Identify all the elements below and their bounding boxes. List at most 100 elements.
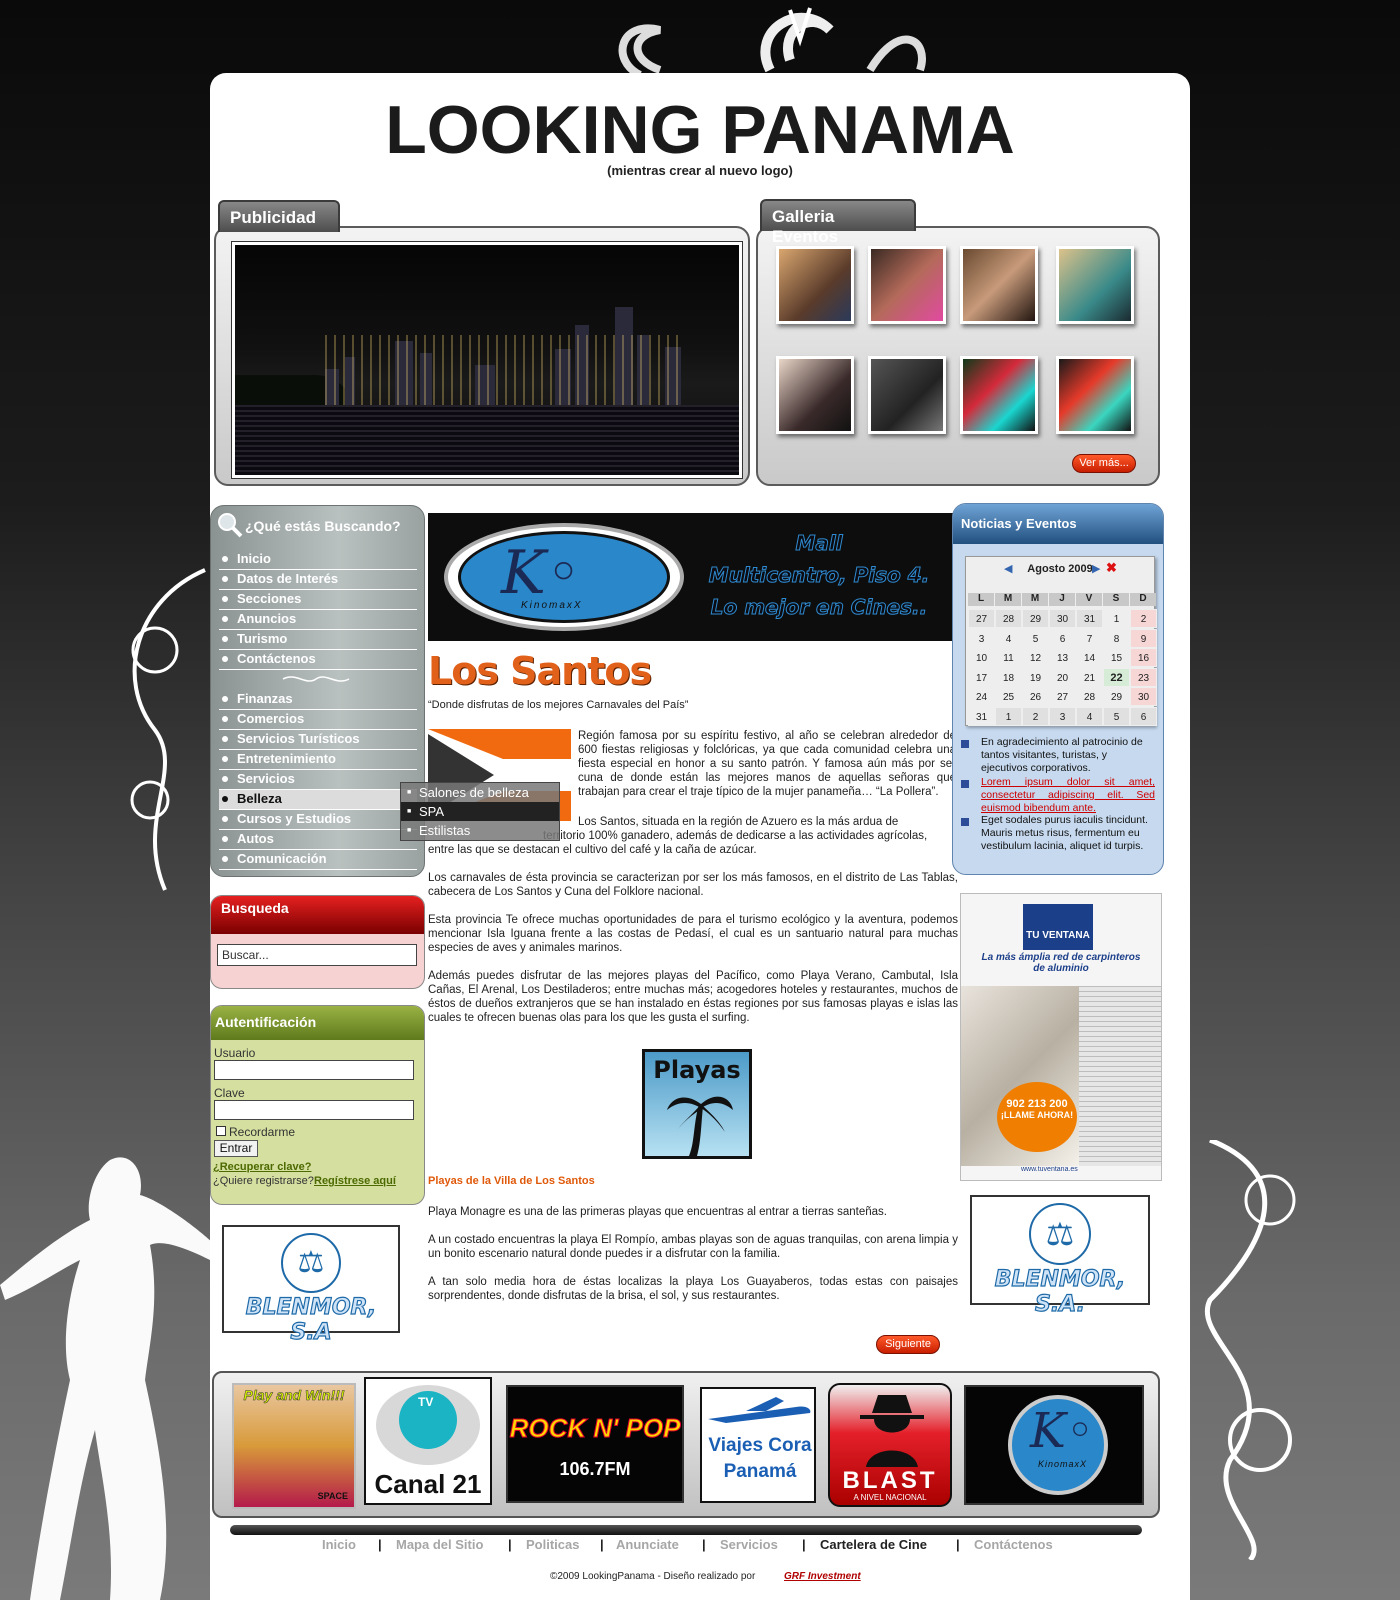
- calendar-day[interactable]: 2: [1022, 706, 1049, 726]
- search-input[interactable]: [217, 944, 417, 966]
- calendar-day[interactable]: 1: [1103, 609, 1130, 628]
- calendar-day[interactable]: 4: [995, 628, 1022, 648]
- calendar-day[interactable]: 4: [1076, 706, 1103, 726]
- footer-link-politicas[interactable]: Politicas: [526, 1537, 579, 1552]
- sponsor-blast[interactable]: BLAST A NIVEL NACIONAL: [828, 1383, 952, 1507]
- entrar-button[interactable]: Entrar: [214, 1140, 258, 1157]
- gallery-thumb-7[interactable]: [960, 356, 1038, 434]
- blenmor-ad-left[interactable]: ⚖ BLENMOR, S.A: [222, 1225, 400, 1346]
- sponsor-play-and-win[interactable]: Play and Win!!! SPACE: [232, 1383, 356, 1509]
- sidebar-item-belleza[interactable]: Belleza: [219, 790, 417, 810]
- calendar-day[interactable]: 29: [1103, 687, 1130, 706]
- site-logo-title[interactable]: LOOKING PANAMA: [210, 91, 1190, 169]
- sidebar-item-secciones[interactable]: Secciones: [219, 590, 417, 610]
- sidebar-item-anuncios[interactable]: Anuncios: [219, 610, 417, 630]
- calendar-day[interactable]: 28: [1076, 687, 1103, 706]
- calendar-day[interactable]: 30: [1049, 609, 1076, 628]
- close-calendar-icon[interactable]: ✖: [1106, 560, 1117, 576]
- calendar-day[interactable]: 6: [1130, 706, 1157, 726]
- footer-link-anunciate[interactable]: Anunciate: [616, 1537, 679, 1552]
- submenu-estilistas[interactable]: Estilistas: [401, 821, 559, 840]
- sidebar-item-datos[interactable]: Datos de Interés: [219, 570, 417, 590]
- clave-field[interactable]: [214, 1100, 414, 1120]
- footer-link-cont-ctenos[interactable]: Contáctenos: [974, 1537, 1053, 1552]
- sponsor-rock-n-pop[interactable]: ROCK N' POP 106.7FM: [506, 1385, 684, 1503]
- calendar-day[interactable]: 25: [995, 687, 1022, 706]
- calendar-day[interactable]: 17: [968, 667, 995, 687]
- calendar-day[interactable]: 13: [1049, 648, 1076, 667]
- calendar-day[interactable]: 20: [1049, 667, 1076, 687]
- gallery-thumb-4[interactable]: [1056, 246, 1134, 324]
- calendar-day[interactable]: 3: [968, 628, 995, 648]
- calendar-day[interactable]: 31: [968, 706, 995, 726]
- news-item-2[interactable]: Lorem ipsum dolor sit amet, consectetur …: [981, 776, 1155, 815]
- calendar-day[interactable]: 9: [1130, 628, 1157, 648]
- recuperar-clave-link[interactable]: ¿Recuperar clave?: [213, 1161, 311, 1173]
- gallery-thumb-3[interactable]: [960, 246, 1038, 324]
- calendar-day[interactable]: 15: [1103, 648, 1130, 667]
- sidebar-item-servicios[interactable]: Servicios: [219, 770, 417, 790]
- calendar-day[interactable]: 14: [1076, 648, 1103, 667]
- calendar-day[interactable]: 1: [995, 706, 1022, 726]
- calendar-day[interactable]: 3: [1049, 706, 1076, 726]
- usuario-field[interactable]: [214, 1060, 414, 1080]
- calendar-day[interactable]: 18: [995, 667, 1022, 687]
- sponsor-viajes-cora[interactable]: Viajes Cora Panamá: [700, 1387, 816, 1503]
- calendar-day[interactable]: 21: [1076, 667, 1103, 687]
- calendar-day[interactable]: 5: [1103, 706, 1130, 726]
- calendar-day[interactable]: 28: [995, 609, 1022, 628]
- footer-link-cartelera-de-cine[interactable]: Cartelera de Cine: [820, 1537, 927, 1552]
- grf-investment-link[interactable]: GRF Investment: [784, 1571, 861, 1582]
- calendar-day[interactable]: 22: [1103, 667, 1130, 687]
- submenu-salones[interactable]: Salones de belleza: [401, 783, 559, 802]
- calendar-day[interactable]: 16: [1130, 648, 1157, 667]
- footer-link-servicios[interactable]: Servicios: [720, 1537, 778, 1552]
- calendar-day[interactable]: 29: [1022, 609, 1049, 628]
- calendar-day[interactable]: 2: [1130, 609, 1157, 628]
- next-month-icon[interactable]: ▶: [1092, 562, 1100, 575]
- gallery-thumb-5[interactable]: [776, 356, 854, 434]
- calendar-day[interactable]: 11: [995, 648, 1022, 667]
- calendar-day[interactable]: 26: [1022, 687, 1049, 706]
- siguiente-button[interactable]: Siguiente: [876, 1335, 940, 1354]
- sidebar-item-contactenos[interactable]: Contáctenos: [219, 650, 417, 670]
- blenmor-ad-right[interactable]: ⚖ BLENMOR, S.A.: [970, 1195, 1150, 1318]
- kinomax-banner[interactable]: K◦ KinomaxX Mall Multicentro, Piso 4. Lo…: [428, 513, 958, 641]
- sidebar-item-turismo[interactable]: Turismo: [219, 630, 417, 650]
- calendar-day[interactable]: 8: [1103, 628, 1130, 648]
- calendar-day[interactable]: 23: [1130, 667, 1157, 687]
- panama-night-skyline-image[interactable]: [231, 241, 743, 479]
- gallery-thumb-6[interactable]: [868, 356, 946, 434]
- sidebar-item-servicios-turisticos[interactable]: Servicios Turísticos: [219, 730, 417, 750]
- footer-link-mapa-del-sitio[interactable]: Mapa del Sitio: [396, 1537, 483, 1552]
- sponsor-kinomax[interactable]: K◦ KinomaxX: [964, 1385, 1144, 1505]
- gallery-thumb-1[interactable]: [776, 246, 854, 324]
- calendar-day[interactable]: 5: [1022, 628, 1049, 648]
- calendar-day[interactable]: 7: [1076, 628, 1103, 648]
- calendar-day[interactable]: 30: [1130, 687, 1157, 706]
- calendar-day[interactable]: 27: [968, 609, 995, 628]
- ver-mas-button[interactable]: Ver más...: [1072, 454, 1136, 473]
- sidebar-item-autos[interactable]: Autos: [219, 830, 417, 850]
- submenu-spa[interactable]: SPA: [401, 802, 559, 821]
- calendar-day[interactable]: 10: [968, 648, 995, 667]
- calendar-day[interactable]: 12: [1022, 648, 1049, 667]
- gallery-thumb-2[interactable]: [868, 246, 946, 324]
- sidebar-item-cursos[interactable]: Cursos y Estudios: [219, 810, 417, 830]
- footer-link-inicio[interactable]: Inicio: [322, 1537, 356, 1552]
- calendar-day[interactable]: 24: [968, 687, 995, 706]
- recordarme-checkbox[interactable]: [216, 1126, 226, 1136]
- sidebar-item-comercios[interactable]: Comercios: [219, 710, 417, 730]
- calendar-day[interactable]: 27: [1049, 687, 1076, 706]
- tu-ventana-ad[interactable]: TU VENTANA La más ámplia red de carpinte…: [960, 893, 1162, 1181]
- sidebar-item-comunicacion[interactable]: Comunicación: [219, 850, 417, 870]
- sidebar-item-finanzas[interactable]: Finanzas: [219, 690, 417, 710]
- registrese-link[interactable]: Regístrese aquí: [314, 1175, 396, 1187]
- calendar-day[interactable]: 31: [1076, 609, 1103, 628]
- sidebar-item-entretenimiento[interactable]: Entretenimiento: [219, 750, 417, 770]
- calendar-day[interactable]: 6: [1049, 628, 1076, 648]
- sponsor-canal-21[interactable]: TV Canal 21: [364, 1377, 492, 1505]
- sidebar-item-inicio[interactable]: Inicio: [219, 550, 417, 570]
- calendar-day[interactable]: 19: [1022, 667, 1049, 687]
- gallery-thumb-8[interactable]: [1056, 356, 1134, 434]
